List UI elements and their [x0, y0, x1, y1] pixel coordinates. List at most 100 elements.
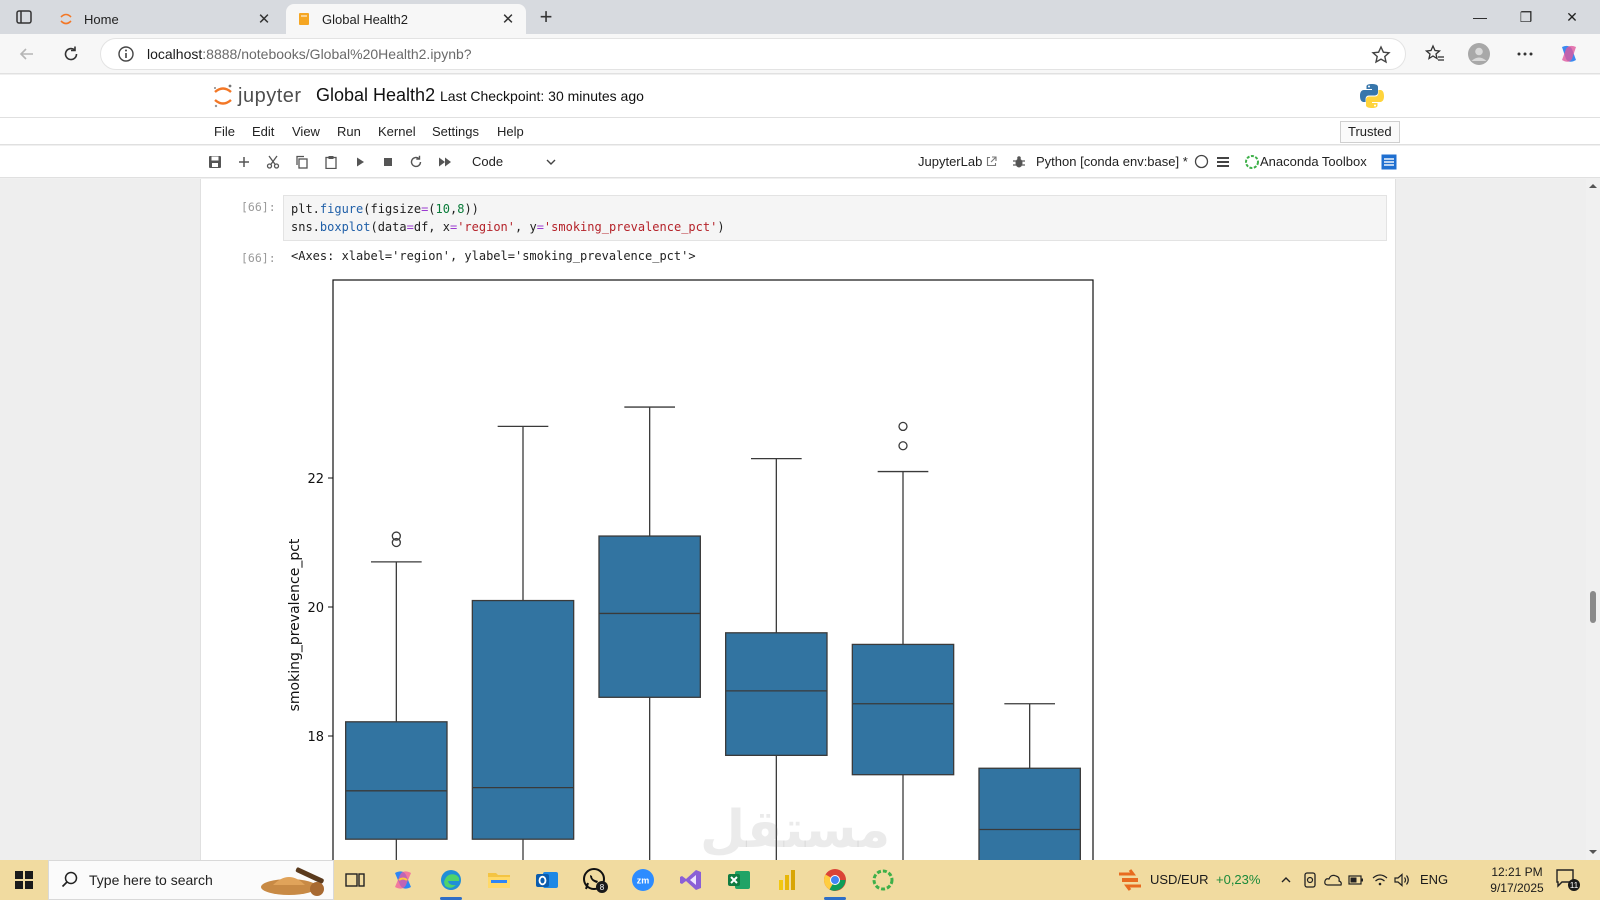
currency-change[interactable]: +0,23%	[1216, 872, 1260, 887]
jupyterlab-link[interactable]: JupyterLab	[918, 154, 982, 169]
volume-icon[interactable]	[1392, 866, 1412, 894]
edge-icon[interactable]	[436, 866, 466, 894]
kernel-status-icon	[1194, 154, 1209, 169]
scrollbar-thumb[interactable]	[1590, 591, 1596, 623]
copilot-icon[interactable]	[1558, 43, 1580, 65]
menu-kernel[interactable]: Kernel	[378, 124, 416, 139]
insert-cell-icon[interactable]	[235, 153, 253, 171]
box-iqr	[345, 721, 448, 840]
tab-label: Global Health2	[322, 11, 408, 27]
kernel-name[interactable]: Python [conda env:base] *	[1036, 154, 1188, 169]
scroll-up-icon[interactable]	[1588, 181, 1598, 191]
taskbar-search[interactable]: Type here to search	[48, 860, 334, 900]
fast-forward-icon[interactable]	[436, 153, 454, 171]
task-view-icon[interactable]	[340, 866, 370, 894]
power-bi-icon[interactable]	[772, 866, 802, 894]
input-prompt: [66]:	[241, 200, 276, 214]
new-tab-button[interactable]: +	[534, 6, 558, 30]
run-icon[interactable]	[351, 153, 369, 171]
reload-icon[interactable]	[60, 43, 82, 65]
copy-icon[interactable]	[293, 153, 311, 171]
svg-text:zm: zm	[637, 876, 650, 886]
window-close-icon[interactable]: ✕	[1558, 6, 1586, 28]
menu-help[interactable]: Help	[497, 124, 524, 139]
external-link-icon	[986, 156, 997, 167]
menu-bar: File Edit View Run Kernel Settings Help …	[0, 117, 1600, 145]
anaconda-navigator-icon[interactable]	[868, 866, 898, 894]
favorite-star-icon[interactable]	[1371, 45, 1391, 65]
language-indicator[interactable]: ENG	[1420, 872, 1448, 887]
menu-file[interactable]: File	[214, 124, 235, 139]
anaconda-toolbox[interactable]: Anaconda Toolbox	[1260, 154, 1367, 169]
battery-icon[interactable]	[1346, 866, 1366, 894]
wifi-icon[interactable]	[1370, 866, 1390, 894]
favorites-icon[interactable]	[1424, 43, 1446, 65]
box-iqr	[598, 535, 701, 698]
outlook-icon[interactable]	[532, 866, 562, 894]
minimize-icon[interactable]: —	[1466, 6, 1494, 28]
cut-icon[interactable]	[264, 153, 282, 171]
jupyter-logo-icon	[214, 84, 232, 108]
stop-icon[interactable]	[379, 153, 397, 171]
y-axis-label: smoking_prevalence_pct	[287, 538, 303, 711]
paste-icon[interactable]	[322, 153, 340, 171]
copilot-taskbar-icon[interactable]	[388, 866, 418, 894]
restore-icon[interactable]: ❐	[1512, 6, 1540, 28]
currency-pair[interactable]: USD/EUR	[1150, 872, 1209, 887]
notification-center-icon[interactable]: 11	[1554, 866, 1584, 894]
windows-taskbar: Type here to search 8 zm USD/EUR +0,23%	[0, 860, 1600, 900]
currency-widget-icon[interactable]	[1116, 866, 1144, 894]
property-inspector-icon[interactable]	[1214, 153, 1232, 171]
cell-type-select[interactable]: Code	[472, 154, 503, 169]
clock[interactable]: 12:21 PM 9/17/2025	[1478, 864, 1556, 896]
restart-icon[interactable]	[407, 153, 425, 171]
chrome-icon[interactable]	[820, 866, 850, 894]
tab-actions-icon[interactable]	[15, 8, 33, 26]
profile-avatar[interactable]	[1468, 43, 1490, 65]
meet-now-icon[interactable]	[1300, 866, 1320, 894]
output-text: <Axes: xlabel='region', ylabel='smoking_…	[291, 249, 696, 263]
search-icon	[61, 871, 78, 888]
save-icon[interactable]	[206, 153, 224, 171]
y-tick-label: 22	[307, 472, 324, 487]
chevron-down-icon[interactable]	[544, 155, 558, 169]
menu-view[interactable]: View	[292, 124, 320, 139]
zoom-icon[interactable]: zm	[628, 866, 658, 894]
site-info-icon[interactable]	[117, 45, 135, 63]
boxplot-chart: smoking_prevalence_pct16182022	[287, 279, 1094, 860]
close-icon[interactable]: ✕	[256, 11, 272, 28]
url-text: localhost:8888/notebooks/Global%20Health…	[147, 46, 472, 62]
python-logo-icon	[1360, 84, 1384, 108]
table-of-contents-icon[interactable]	[1380, 153, 1398, 171]
tab-global-health2[interactable]: Global Health2 ✕	[286, 4, 526, 34]
notebook-favicon-icon	[296, 11, 312, 27]
jupyter-logo[interactable]: jupyter	[212, 83, 302, 109]
outlier-point	[898, 441, 908, 451]
box-iqr	[471, 599, 575, 840]
tab-home[interactable]: Home ✕	[48, 4, 282, 34]
jupyter-favicon-icon	[58, 11, 74, 27]
debugger-icon[interactable]	[1010, 153, 1028, 171]
onedrive-icon[interactable]	[1322, 866, 1344, 894]
trusted-indicator[interactable]: Trusted	[1340, 121, 1400, 143]
address-row: localhost:8888/notebooks/Global%20Health…	[0, 34, 1600, 74]
address-bar[interactable]: localhost:8888/notebooks/Global%20Health…	[100, 38, 1406, 70]
file-explorer-icon[interactable]	[484, 866, 514, 894]
more-options-icon[interactable]	[1514, 43, 1536, 65]
excel-icon[interactable]	[724, 866, 754, 894]
box-iqr	[978, 767, 1081, 860]
menu-run[interactable]: Run	[337, 124, 361, 139]
show-hidden-icons-chevron-icon[interactable]	[1276, 866, 1296, 894]
whatsapp-icon[interactable]: 8	[580, 866, 610, 894]
close-icon[interactable]: ✕	[500, 11, 516, 28]
notebook-area: [66]: plt.figure(figsize=(10,8)) sns.box…	[0, 179, 1600, 860]
windows-start-icon[interactable]	[9, 866, 39, 894]
scroll-down-icon[interactable]	[1588, 847, 1598, 857]
visual-studio-icon[interactable]	[676, 866, 706, 894]
menu-settings[interactable]: Settings	[432, 124, 479, 139]
vertical-scrollbar[interactable]	[1586, 179, 1600, 860]
back-icon[interactable]	[16, 43, 38, 65]
menu-edit[interactable]: Edit	[252, 124, 274, 139]
code-cell-editor[interactable]: plt.figure(figsize=(10,8)) sns.boxplot(d…	[283, 195, 1387, 241]
notebook-title[interactable]: Global Health2	[316, 85, 435, 106]
